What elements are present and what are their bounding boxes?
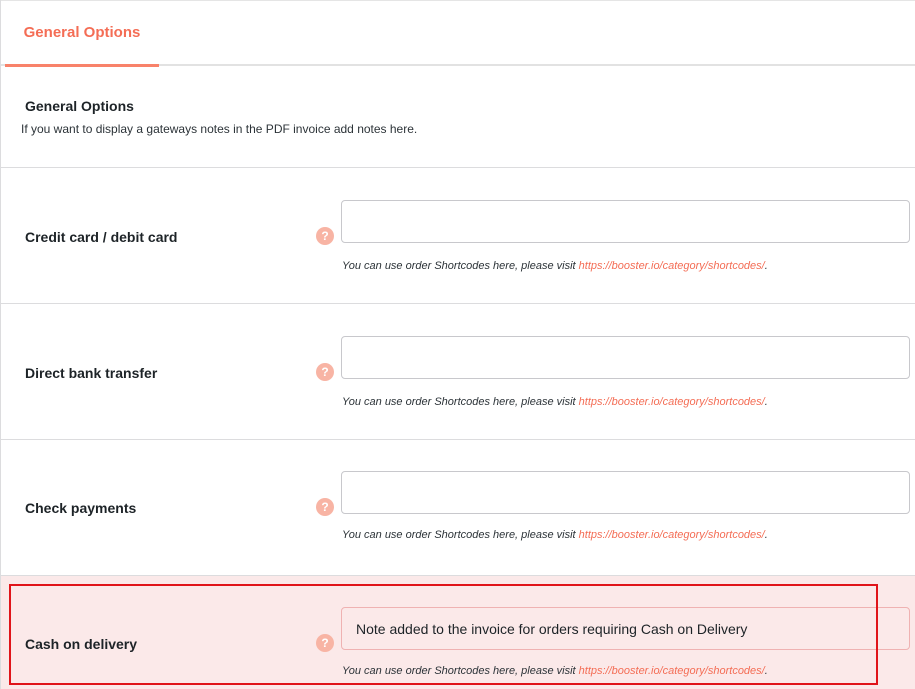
bank-transfer-notes-input[interactable] xyxy=(341,336,910,379)
tab-bar: General Options xyxy=(1,0,915,67)
hint-text: You can use order Shortcodes here, pleas… xyxy=(342,665,579,677)
help-icon[interactable]: ? xyxy=(316,634,334,652)
hint-text: You can use order Shortcodes here, pleas… xyxy=(342,396,579,408)
shortcodes-hint: You can use order Shortcodes here, pleas… xyxy=(342,529,768,541)
shortcodes-hint: You can use order Shortcodes here, pleas… xyxy=(342,665,768,677)
cash-on-delivery-notes-input[interactable] xyxy=(341,607,910,650)
hint-suffix: . xyxy=(764,260,768,272)
hint-text: You can use order Shortcodes here, pleas… xyxy=(342,529,579,541)
shortcodes-link[interactable]: https://booster.io/category/shortcodes/ xyxy=(579,260,765,272)
check-payments-notes-input[interactable] xyxy=(341,471,910,514)
shortcodes-link[interactable]: https://booster.io/category/shortcodes/ xyxy=(579,529,765,541)
hint-suffix: . xyxy=(764,665,768,677)
setting-row-bank-transfer: Direct bank transfer ? You can use order… xyxy=(1,304,915,440)
help-icon[interactable]: ? xyxy=(316,498,334,516)
settings-page: General Options General Options If you w… xyxy=(0,0,915,689)
setting-row-cash-on-delivery: Cash on delivery ? You can use order Sho… xyxy=(1,576,915,689)
section-header: General Options If you want to display a… xyxy=(1,66,915,168)
shortcodes-link[interactable]: https://booster.io/category/shortcodes/ xyxy=(579,396,765,408)
row-label: Direct bank transfer xyxy=(25,365,158,381)
section-title: General Options xyxy=(25,98,134,114)
shortcodes-hint: You can use order Shortcodes here, pleas… xyxy=(342,260,768,272)
credit-card-notes-input[interactable] xyxy=(341,200,910,243)
help-icon[interactable]: ? xyxy=(316,363,334,381)
setting-row-credit-card: Credit card / debit card ? You can use o… xyxy=(1,168,915,304)
row-label: Check payments xyxy=(25,500,137,516)
setting-row-check-payments: Check payments ? You can use order Short… xyxy=(1,440,915,576)
hint-suffix: . xyxy=(764,396,768,408)
tab-general-options[interactable]: General Options xyxy=(5,1,159,67)
hint-text: You can use order Shortcodes here, pleas… xyxy=(342,260,579,272)
section-description: If you want to display a gateways notes … xyxy=(21,122,418,136)
row-label: Cash on delivery xyxy=(25,636,138,652)
shortcodes-hint: You can use order Shortcodes here, pleas… xyxy=(342,396,768,408)
help-icon[interactable]: ? xyxy=(316,227,334,245)
row-label: Credit card / debit card xyxy=(25,229,178,245)
hint-suffix: . xyxy=(764,529,768,541)
shortcodes-link[interactable]: https://booster.io/category/shortcodes/ xyxy=(579,665,765,677)
